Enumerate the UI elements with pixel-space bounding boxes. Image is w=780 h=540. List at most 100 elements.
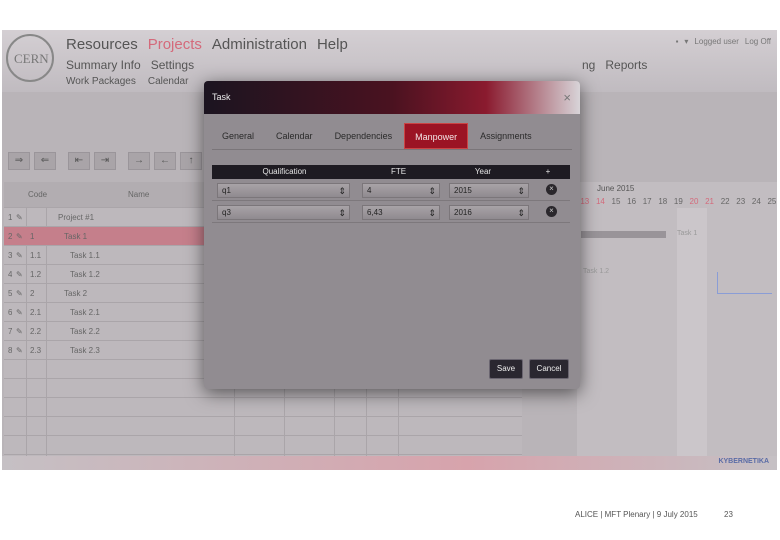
task-code: 2.3: [30, 346, 42, 355]
cancel-button[interactable]: Cancel: [529, 359, 569, 379]
remove-row-icon[interactable]: ×: [546, 206, 557, 217]
fte-input[interactable]: 6,43 ⇕: [362, 205, 440, 220]
row-number: 8: [8, 346, 13, 355]
gantt-bar-label: Task 1: [677, 230, 698, 237]
add-row-icon[interactable]: +: [526, 165, 570, 179]
subnav-summary-info[interactable]: Summary Info: [66, 58, 141, 72]
subnav-reports[interactable]: Reports: [605, 58, 647, 72]
nav-help[interactable]: Help: [317, 36, 348, 53]
stepper-icon[interactable]: ⇕: [517, 207, 525, 220]
flag-dropdown-icon[interactable]: ▾: [684, 37, 688, 46]
arrow-left-icon[interactable]: ←: [154, 152, 176, 170]
tab-general[interactable]: General: [212, 123, 264, 149]
subnav-planning[interactable]: ng: [582, 58, 595, 72]
subnav-work-packages[interactable]: Work Packages: [66, 76, 136, 87]
select-arrows-icon[interactable]: ⇕: [338, 207, 346, 220]
task-code: 2: [30, 289, 35, 298]
edit-icon[interactable]: ✎: [16, 265, 23, 283]
dialog-header: Task ×: [204, 81, 580, 114]
edit-icon[interactable]: ✎: [16, 303, 23, 321]
sub-nav: Summary Info Settings: [66, 58, 194, 72]
slide-page-number: 23: [724, 510, 733, 519]
arrow-right-icon[interactable]: →: [128, 152, 150, 170]
task-dialog: Task × General Calendar Dependencies Man…: [204, 81, 580, 389]
save-button[interactable]: Save: [489, 359, 523, 379]
gantt-chart[interactable]: June 2015 13 14 15 16 17 18 19 20 21 22 …: [577, 182, 777, 467]
logoff-link[interactable]: Log Off: [745, 37, 771, 46]
stepper-icon[interactable]: ⇕: [428, 185, 436, 198]
cern-logo[interactable]: CERN: [6, 34, 54, 82]
subnav-settings[interactable]: Settings: [151, 58, 194, 72]
move-first-icon[interactable]: ⇤: [68, 152, 90, 170]
tab-calendar[interactable]: Calendar: [266, 123, 323, 149]
code-header[interactable]: Code: [28, 182, 47, 207]
close-icon[interactable]: ×: [563, 90, 571, 105]
task-name: Task 2: [64, 289, 88, 298]
edit-icon[interactable]: ✎: [16, 227, 23, 245]
dialog-title: Task: [212, 92, 231, 102]
right-nav: ng Reports: [582, 58, 647, 72]
empty-row: [4, 398, 522, 417]
stepper-icon[interactable]: ⇕: [428, 207, 436, 220]
year-header: Year: [474, 167, 492, 176]
main-nav: Resources Projects Administration Help: [66, 36, 348, 53]
nav-resources[interactable]: Resources: [66, 36, 138, 53]
select-arrows-icon[interactable]: ⇕: [338, 185, 346, 198]
slide-footer-text: ALICE | MFT Plenary | 9 July 2015: [575, 510, 698, 519]
manpower-table-header: Qualification FTE Year +: [212, 165, 570, 179]
kybernetika-logo: KYBERNETIKA: [718, 458, 769, 465]
name-header[interactable]: Name: [128, 182, 149, 207]
remove-row-icon[interactable]: ×: [546, 184, 557, 195]
task-name: Task 1.2: [70, 270, 100, 279]
stepper-icon[interactable]: ⇕: [517, 185, 525, 198]
tab-dependencies[interactable]: Dependencies: [325, 123, 403, 149]
edit-icon[interactable]: ✎: [16, 341, 23, 359]
qualification-select[interactable]: q3 ⇕: [217, 205, 350, 220]
row-number: 5: [8, 289, 13, 298]
qualification-header: Qualification: [262, 167, 307, 176]
gantt-day: 22: [720, 197, 730, 206]
subnav-calendar[interactable]: Calendar: [148, 76, 189, 87]
gantt-day: 14: [595, 197, 605, 206]
year-input[interactable]: 2015 ⇕: [449, 183, 529, 198]
nav-administration[interactable]: Administration: [212, 36, 307, 53]
task-name: Task 2.3: [70, 346, 100, 355]
gantt-day: 15: [611, 197, 621, 206]
edit-icon[interactable]: ✎: [16, 246, 23, 264]
edit-icon[interactable]: ✎: [16, 284, 23, 302]
gantt-dependency-link[interactable]: [717, 272, 772, 294]
gantt-task-bar[interactable]: [581, 231, 666, 238]
gantt-day: 16: [627, 197, 637, 206]
task-code: 2.2: [30, 327, 42, 336]
edit-icon[interactable]: ✎: [16, 322, 23, 340]
year-input[interactable]: 2016 ⇕: [449, 205, 529, 220]
task-code: 1.1: [30, 251, 42, 260]
gantt-days: 13 14 15 16 17 18 19 20 21 22 23 24 25: [577, 197, 777, 206]
logo-text: CERN: [14, 51, 49, 66]
gantt-day: 24: [751, 197, 761, 206]
language-flag-icon[interactable]: ▪: [676, 37, 679, 46]
empty-row: [4, 417, 522, 436]
qualification-select[interactable]: q1 ⇕: [217, 183, 350, 198]
row-number: 7: [8, 327, 13, 336]
task-name: Task 1.1: [70, 251, 100, 260]
gantt-day: 25: [767, 197, 777, 206]
task-code: 1.2: [30, 270, 42, 279]
outdent-icon[interactable]: ⇐: [34, 152, 56, 170]
gantt-header: June 2015 13 14 15 16 17 18 19 20 21 22 …: [577, 182, 777, 208]
tab-assignments[interactable]: Assignments: [470, 123, 542, 149]
user-bar: ▪ ▾ Logged user Log Off: [676, 37, 771, 46]
gantt-day: 18: [658, 197, 668, 206]
task-code: 1: [30, 232, 35, 241]
app-window: CERN Resources Projects Administration H…: [2, 30, 777, 470]
manpower-row: q1 ⇕ 4 ⇕ 2015 ⇕ ×: [212, 179, 570, 201]
indent-icon[interactable]: ⇒: [8, 152, 30, 170]
task-name: Project #1: [58, 213, 95, 222]
arrow-up-icon[interactable]: ↑: [180, 152, 202, 170]
tab-manpower[interactable]: Manpower: [404, 123, 469, 149]
fte-input[interactable]: 4 ⇕: [362, 183, 440, 198]
edit-icon[interactable]: ✎: [16, 208, 23, 226]
move-last-icon[interactable]: ⇥: [94, 152, 116, 170]
nav-projects[interactable]: Projects: [148, 36, 202, 53]
gantt-day: 17: [642, 197, 652, 206]
